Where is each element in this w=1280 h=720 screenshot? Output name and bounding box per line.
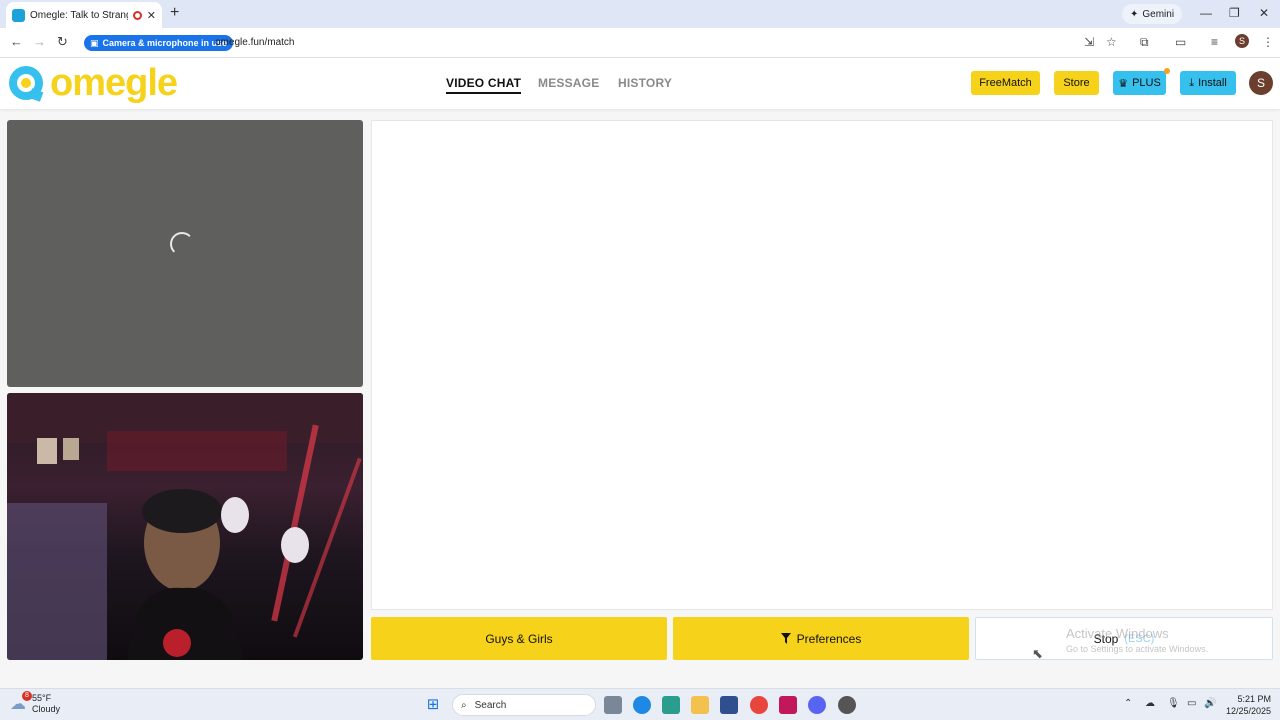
address-toolbar: ← → ↻ ▣ Camera & microphone in use omegl… [0,28,1280,58]
file-explorer-icon[interactable] [691,696,709,714]
browser-tab[interactable]: Omegle: Talk to Strangers w ✕ [6,2,162,28]
bookmark-star-icon[interactable]: ☆ [1106,35,1117,49]
chrome-icon[interactable] [750,696,768,714]
freematch-label: FreeMatch [979,77,1032,89]
extensions-icon[interactable]: ⧉ [1140,35,1149,49]
volume-icon[interactable]: 🔊 [1204,698,1216,710]
store-label: Store [1063,77,1090,89]
activate-windows-watermark: Activate Windows Go to Settings to activ… [1066,626,1208,654]
more-menu-icon[interactable]: ⋮ [1262,35,1274,49]
crown-icon: ♛ [1118,77,1129,90]
search-icon: ⌕ [461,699,467,711]
tray-overflow-icon[interactable]: ⌃ [1124,698,1132,710]
weather-temperature: 55°F [32,693,52,703]
cast-icon[interactable]: ▭ [1175,35,1186,49]
window-close-icon[interactable]: ✕ [1259,6,1269,20]
discord-icon[interactable] [808,696,826,714]
chat-panel [371,120,1273,610]
video-camera-icon: ▣ [90,37,99,48]
omegle-logo-icon [9,66,44,102]
media-controls-icon[interactable]: ≡ [1211,35,1218,49]
windows-taskbar: ☁ 8 55°F Cloudy ⊞ ⌕ Search ⌃ ☁ 🎙 ▭ 🔊 5:2… [0,688,1280,720]
camera-chip-label: Camera & microphone in use [102,38,228,48]
freematch-button[interactable]: FreeMatch [971,71,1040,95]
install-app-icon[interactable]: ⇲ [1084,35,1094,49]
install-button[interactable]: ⤓ Install [1180,71,1236,95]
onedrive-icon[interactable]: ☁ [1145,698,1155,710]
gemini-button[interactable]: ✦ Gemini [1122,4,1183,24]
restore-icon[interactable]: ❐ [1229,6,1240,20]
weather-condition: Cloudy [32,704,61,714]
microphone-icon[interactable]: 🎙 [1167,698,1180,710]
microsoft-store-icon[interactable] [720,696,738,714]
omegle-favicon-icon [12,8,25,22]
minimize-icon[interactable]: — [1200,6,1212,20]
edge-icon[interactable] [633,696,651,714]
windows-start-icon[interactable]: ⊞ [424,696,442,714]
new-tab-button[interactable]: + [170,5,179,21]
tab-close-icon[interactable]: ✕ [147,9,156,22]
filter-funnel-icon [780,633,791,644]
nav-video-chat[interactable]: VIDEO CHAT [446,76,522,94]
task-view-icon[interactable] [604,696,622,714]
taskbar-search-label: Search [474,699,507,711]
gemini-sparkle-icon: ✦ [1130,8,1139,20]
omegle-logo[interactable]: omegle [6,62,178,104]
camera-in-use-chip[interactable]: ▣ Camera & microphone in use [84,35,234,51]
network-icon[interactable]: ▭ [1187,698,1196,710]
taskbar-search[interactable]: ⌕ Search [452,694,596,716]
gemini-label: Gemini [1142,8,1175,20]
preferences-button[interactable]: Preferences [673,617,969,660]
gender-filter-button[interactable]: Guys & Girls [371,617,667,660]
forward-icon[interactable]: → [33,35,46,49]
gender-filter-label: Guys & Girls [485,631,553,646]
plus-button[interactable]: ♛ PLUS [1113,71,1166,95]
reload-icon[interactable]: ↻ [57,35,68,49]
activate-windows-title: Activate Windows [1066,626,1169,641]
tab-title: Omegle: Talk to Strangers w [30,9,128,21]
taskbar-clock[interactable]: 5:21 PM 12/25/2025 [1226,693,1271,717]
site-header: omegle VIDEO CHAT MESSAGE HISTORY FreeMa… [0,58,1280,109]
url-text[interactable]: omegle.fun/match [215,37,295,48]
clock-time: 5:21 PM [1237,694,1272,704]
preferences-label: Preferences [796,631,862,646]
install-label: Install [1198,77,1227,89]
omnibox[interactable]: ▣ Camera & microphone in use omegle.fun/… [80,32,1110,54]
activate-windows-subtitle: Go to Settings to activate Windows. [1066,644,1209,654]
mouse-cursor-icon: ⬉ [1032,646,1043,661]
user-avatar[interactable]: S [1249,71,1273,95]
browser-profile-avatar[interactable]: S [1235,34,1249,48]
weather-widget[interactable]: ☁ 8 55°F Cloudy [10,691,61,715]
app-icon[interactable] [779,696,797,714]
nav-history[interactable]: HISTORY [618,76,672,90]
browser-tab-strip: Omegle: Talk to Strangers w ✕ + ✦ Gemini… [0,0,1280,28]
download-icon: ⤓ [1189,76,1195,89]
obs-icon[interactable] [838,696,856,714]
weather-badge: 8 [22,691,32,701]
nav-message[interactable]: MESSAGE [538,76,599,90]
self-video-panel [7,393,363,660]
clock-date: 12/25/2025 [1226,706,1272,716]
plus-notification-dot [1164,68,1170,74]
logo-wordmark: omegle [50,62,178,104]
loading-spinner-icon [170,232,194,256]
recording-icon [132,10,142,20]
m365-icon[interactable] [662,696,680,714]
back-icon[interactable]: ← [10,35,23,49]
webcam-feed-image [7,393,363,660]
store-button[interactable]: Store [1054,71,1099,95]
plus-label: PLUS [1132,77,1161,89]
